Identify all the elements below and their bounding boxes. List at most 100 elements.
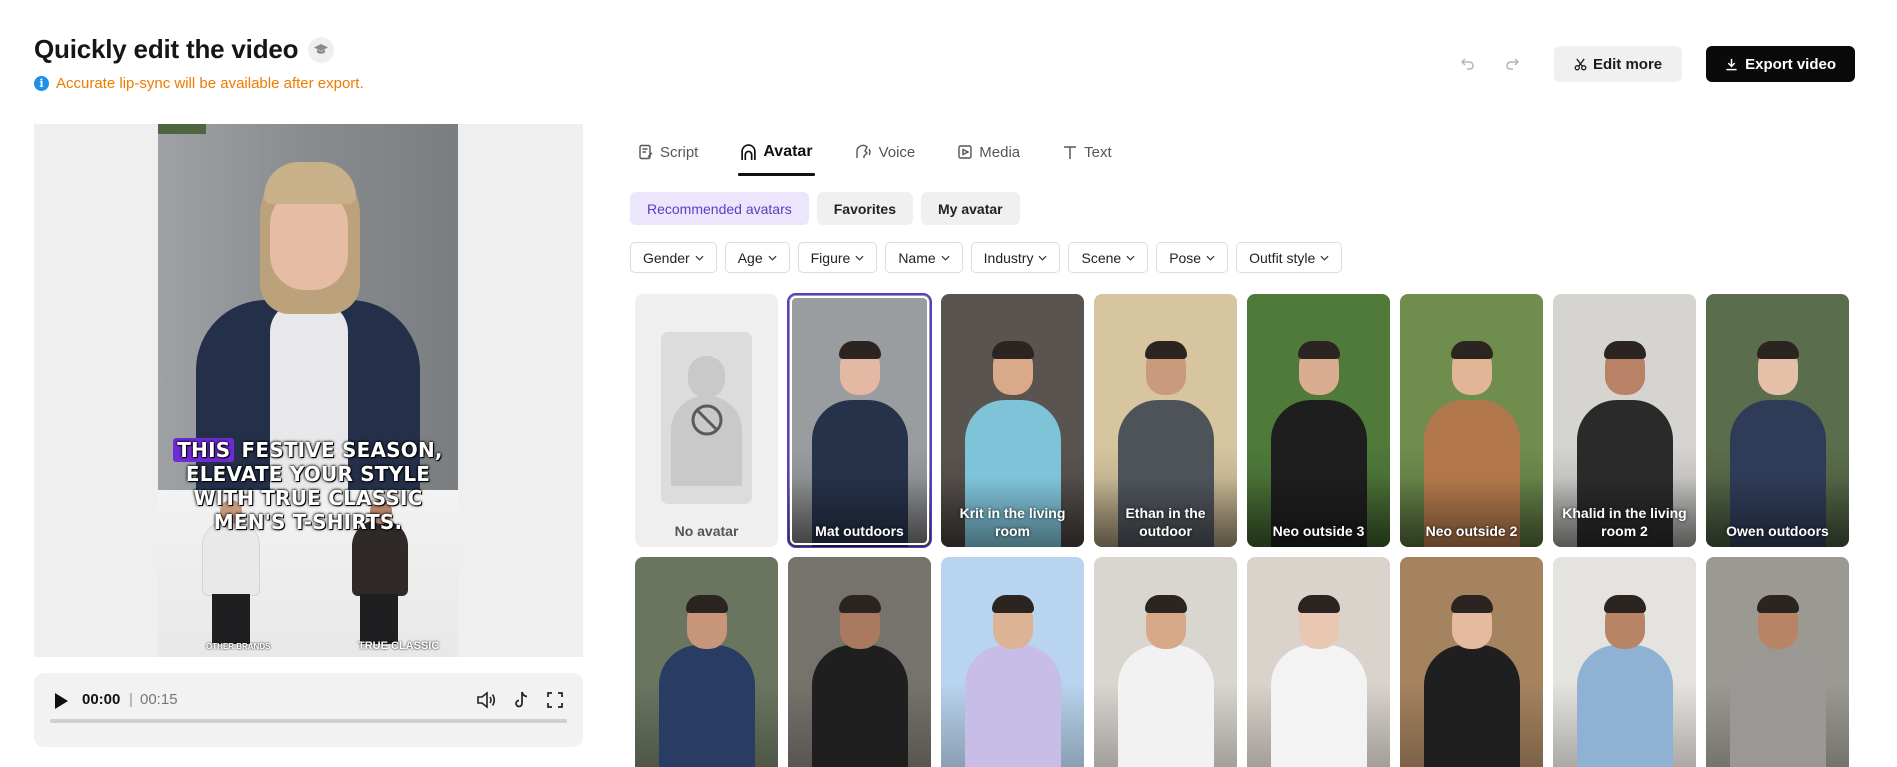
avatar-torso [1270, 645, 1367, 767]
text-icon [1064, 146, 1077, 159]
tab-voice-label: Voice [878, 143, 916, 161]
avatar-hair [991, 595, 1034, 613]
filter-name-label: Name [898, 249, 936, 266]
avatar-card-no-avatar[interactable]: No avatar [635, 294, 778, 547]
chevron-down-icon [941, 255, 950, 261]
video-scene [158, 124, 458, 500]
avatar-hair [838, 595, 881, 613]
chevron-down-icon [768, 255, 777, 261]
filter-gender-label: Gender [643, 249, 690, 266]
avatar-card-label: Neo outside 3 [1272, 523, 1365, 539]
avatar-card[interactable] [635, 557, 778, 767]
caption-highlight: THIS [173, 438, 235, 462]
avatar-hair [1450, 595, 1493, 613]
filter-outfit-style-label: Outfit style [1249, 249, 1316, 266]
avatar-torso [811, 645, 908, 767]
caption-line3: WITH TRUE CLASSIC [193, 486, 423, 510]
avatar-card-neo-outside-2[interactable]: Neo outside 2 [1400, 294, 1543, 547]
avatar-filters: Gender Age Figure Name Industry Scene Po… [630, 242, 1343, 273]
video-player-controls: 00:00 | 00:15 [34, 673, 583, 747]
avatar-card[interactable] [1247, 557, 1390, 767]
brand-left-label: OTHER BRANDS [206, 642, 271, 651]
avatar-card[interactable] [1706, 557, 1849, 767]
undo-icon[interactable] [1454, 50, 1482, 78]
tab-media[interactable]: Media [955, 136, 1022, 168]
avatar-card-label: Owen outdoors [1726, 523, 1829, 539]
tutorial-icon[interactable] [308, 36, 335, 63]
video-caption: THIS FESTIVE SEASON, ELEVATE YOUR STYLE … [158, 438, 458, 534]
subtab-recommended-avatars[interactable]: Recommended avatars [630, 192, 809, 225]
filter-name[interactable]: Name [885, 242, 963, 273]
media-icon [958, 145, 972, 159]
chevron-down-icon [1320, 255, 1329, 261]
filter-figure[interactable]: Figure [797, 242, 878, 273]
avatar-card-krit-living-room[interactable]: Krit in the living room [941, 294, 1084, 547]
avatar-hair [991, 340, 1034, 359]
download-icon [1726, 58, 1737, 70]
avatar-card[interactable] [1400, 557, 1543, 767]
tab-avatar-label: Avatar [763, 143, 813, 160]
avatar-card[interactable] [1094, 557, 1237, 767]
tab-voice[interactable]: Voice [853, 136, 918, 168]
avatar-card-label: Neo outside 2 [1425, 523, 1518, 539]
tiktok-icon[interactable] [510, 689, 532, 711]
redo-icon[interactable] [1498, 50, 1526, 78]
top-actions: Edit more Export video [1454, 46, 1855, 82]
avatar-hair [1144, 595, 1187, 613]
avatar-card[interactable] [788, 557, 931, 767]
volume-icon[interactable] [475, 689, 497, 711]
voice-icon [855, 144, 871, 158]
export-video-button[interactable]: Export video [1706, 46, 1855, 82]
script-icon [639, 144, 653, 160]
avatar-card-label: Ethan in the outdoor [1125, 505, 1206, 539]
edit-more-button[interactable]: Edit more [1553, 46, 1683, 82]
subtab-my-avatar[interactable]: My avatar [921, 192, 1020, 225]
chevron-down-icon [1038, 255, 1047, 261]
avatar-hair [1450, 340, 1493, 359]
avatar-card-owen-outdoors[interactable]: Owen outdoors [1706, 294, 1849, 547]
fullscreen-icon[interactable] [544, 689, 566, 711]
export-video-label: Export video [1745, 55, 1836, 73]
avatar-card-label: Krit in the living room [959, 505, 1066, 539]
play-icon[interactable] [52, 691, 70, 711]
filter-age[interactable]: Age [724, 242, 790, 273]
filter-industry[interactable]: Industry [970, 242, 1061, 273]
video-frame[interactable]: THIS FESTIVE SEASON, ELEVATE YOUR STYLE … [158, 124, 458, 657]
info-icon: i [34, 76, 49, 91]
tab-avatar[interactable]: Avatar [738, 136, 815, 176]
avatar-card-neo-outside-3[interactable]: Neo outside 3 [1247, 294, 1390, 547]
editor-tabs: Script Avatar Voice Media Text [636, 136, 1152, 176]
tab-script[interactable]: Script [636, 136, 700, 168]
avatar-torso [1423, 645, 1520, 767]
caption-line2: ELEVATE YOUR STYLE [185, 462, 431, 486]
avatar-placeholder [661, 332, 752, 504]
filter-scene[interactable]: Scene [1068, 242, 1149, 273]
notice-text: Accurate lip-sync will be available afte… [56, 75, 364, 92]
video-preview: THIS FESTIVE SEASON, ELEVATE YOUR STYLE … [34, 124, 583, 657]
avatar-card-ethan-outdoor[interactable]: Ethan in the outdoor [1094, 294, 1237, 547]
avatar-hair [838, 340, 881, 359]
title-row: Quickly edit the video [34, 34, 335, 65]
avatar-card[interactable] [941, 557, 1084, 767]
avatar-card-mat-outdoors[interactable]: Mat outdoors [787, 293, 932, 548]
subtab-favorites[interactable]: Favorites [816, 192, 913, 225]
filter-pose[interactable]: Pose [1156, 242, 1229, 273]
avatar-torso [1729, 645, 1826, 767]
tab-text-label: Text [1084, 143, 1112, 161]
filter-gender[interactable]: Gender [630, 242, 717, 273]
avatar-hair [1756, 595, 1799, 613]
avatar-torso [964, 645, 1061, 767]
brand-right-label: TRUE CLASSIC [358, 640, 440, 652]
avatar-card-khalid-living-room-2[interactable]: Khalid in the living room 2 [1553, 294, 1696, 547]
avatar-hair [1603, 340, 1646, 359]
avatar-icon [741, 143, 757, 160]
progress-bar[interactable] [50, 719, 567, 723]
filter-outfit-style[interactable]: Outfit style [1236, 242, 1343, 273]
edit-more-label: Edit more [1592, 55, 1663, 73]
avatar-hair [1144, 340, 1187, 359]
avatar-card[interactable] [1553, 557, 1696, 767]
tab-text[interactable]: Text [1060, 136, 1114, 168]
avatar-hair [1297, 340, 1340, 359]
tab-script-label: Script [660, 143, 699, 161]
avatar-hair [1603, 595, 1646, 613]
